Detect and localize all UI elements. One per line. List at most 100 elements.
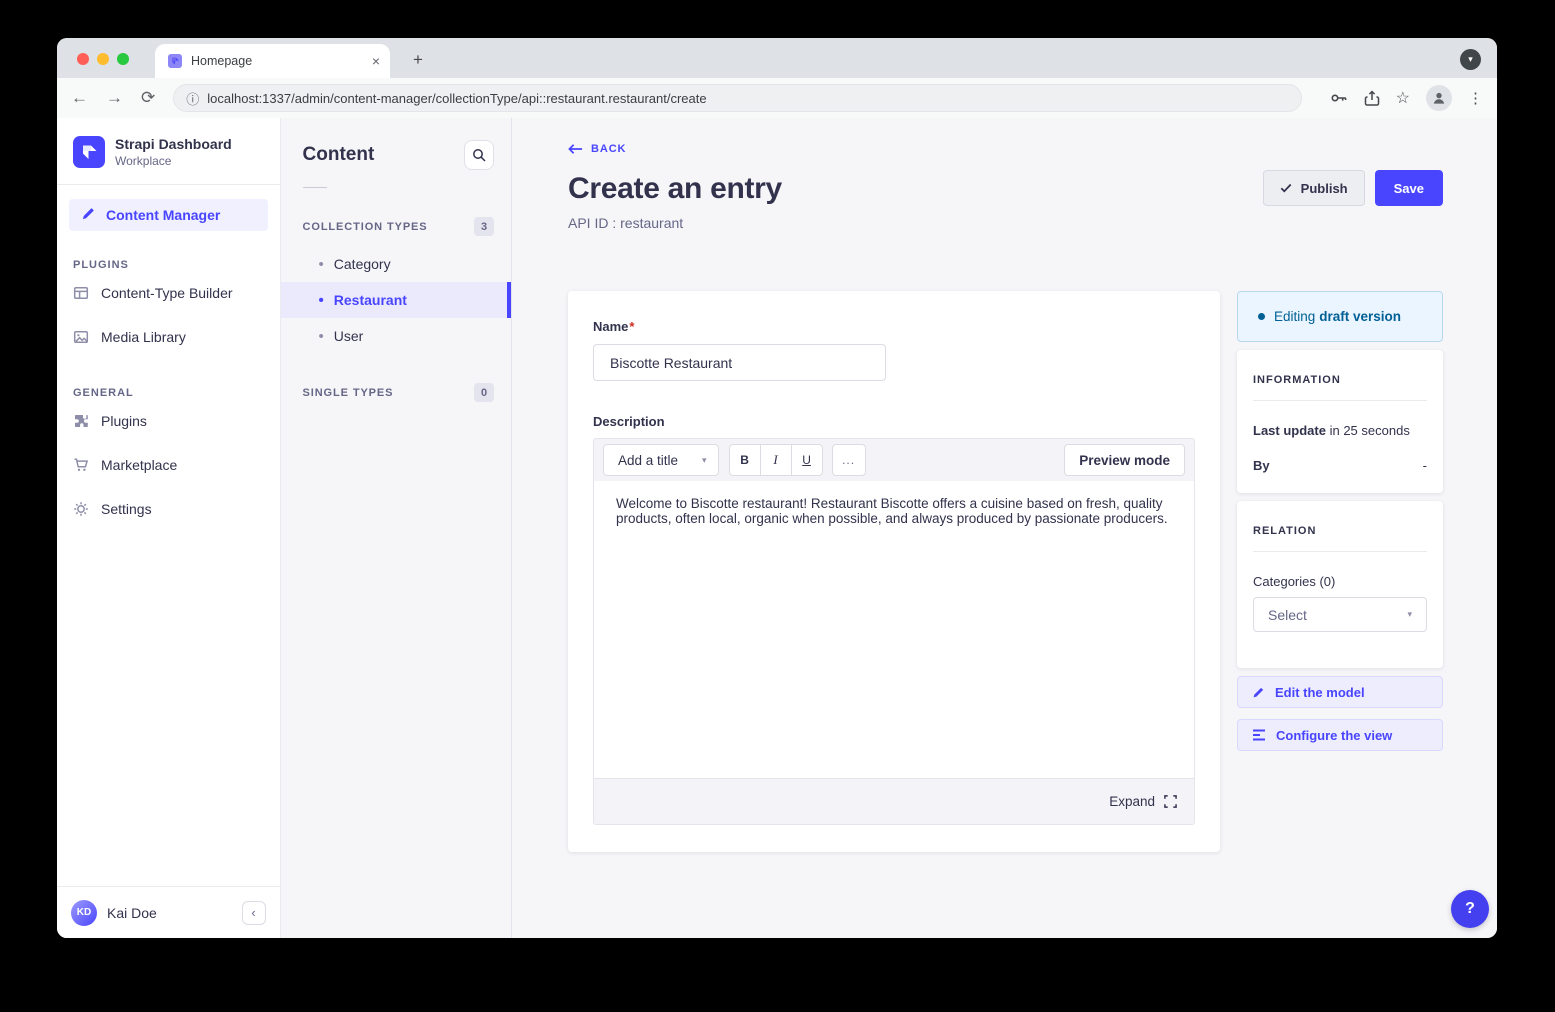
categories-select[interactable]: Select ▾ <box>1253 597 1427 632</box>
save-button[interactable]: Save <box>1375 170 1443 206</box>
sidebar-section-general: GENERAL Plugins Marketplace <box>57 387 280 531</box>
strapi-logo <box>73 136 105 168</box>
header-actions: Publish Save <box>1263 170 1443 206</box>
bullet-icon: • <box>319 329 324 344</box>
sidebar-item-label: Content Manager <box>106 207 220 223</box>
editor-content[interactable]: Welcome to Biscotte restaurant! Restaura… <box>594 481 1194 778</box>
name-label-text: Name <box>593 319 628 334</box>
site-info-icon[interactable]: ⓘ <box>186 89 199 108</box>
browser-reload-button[interactable]: ⟳ <box>141 88 155 108</box>
sidebar-item-content-type-builder[interactable]: Content-Type Builder <box>57 271 280 315</box>
main-sidebar: Strapi Dashboard Workplace Content Manag… <box>57 118 281 938</box>
new-tab-button[interactable]: + <box>405 47 431 73</box>
edit-model-label: Edit the model <box>1275 685 1365 700</box>
browser-tab[interactable]: Homepage × <box>155 44 390 78</box>
last-update-row: Last update in 25 seconds <box>1253 423 1427 438</box>
back-label: BACK <box>591 143 626 155</box>
format-button-group: B I U <box>729 444 823 476</box>
tab-close-icon[interactable]: × <box>372 53 380 69</box>
window-controls <box>77 53 129 65</box>
address-bar[interactable]: ⓘ localhost:1337/admin/content-manager/c… <box>173 84 1301 112</box>
sidebar-item-settings[interactable]: Settings <box>57 487 280 531</box>
avatar: KD <box>71 900 97 926</box>
last-update-value: in 25 seconds <box>1330 423 1410 438</box>
underline-button[interactable]: U <box>791 444 823 476</box>
entry-aside: Editing draft version INFORMATION Last u… <box>1237 291 1443 751</box>
bullet-icon: • <box>319 293 324 308</box>
browser-forward-button[interactable]: → <box>106 88 123 108</box>
relation-title: RELATION <box>1253 525 1427 537</box>
close-window-button[interactable] <box>77 53 89 65</box>
save-label: Save <box>1394 181 1424 196</box>
strapi-app: Strapi Dashboard Workplace Content Manag… <box>57 118 1497 938</box>
caret-down-icon: ▾ <box>702 455 707 466</box>
password-key-icon[interactable] <box>1330 90 1348 106</box>
group-label: COLLECTION TYPES <box>303 221 428 233</box>
sidebar-item-plugins[interactable]: Plugins <box>57 399 280 443</box>
draft-version-banner: Editing draft version <box>1237 291 1443 342</box>
subnav-item-restaurant[interactable]: • Restaurant <box>281 282 511 318</box>
brand-block[interactable]: Strapi Dashboard Workplace <box>57 118 280 185</box>
back-link[interactable]: BACK <box>568 143 1443 155</box>
search-button[interactable] <box>464 140 494 170</box>
configure-view-label: Configure the view <box>1276 728 1392 743</box>
add-title-dropdown[interactable]: Add a title ▾ <box>603 444 719 476</box>
preview-mode-button[interactable]: Preview mode <box>1064 444 1185 476</box>
content-manager-pen-icon <box>81 206 96 224</box>
search-tabs-button[interactable]: ▾ <box>1460 49 1481 70</box>
sidebar-item-label: Content-Type Builder <box>101 285 233 301</box>
minimize-window-button[interactable] <box>97 53 109 65</box>
name-field-label: Name* <box>593 319 1195 334</box>
share-icon[interactable] <box>1364 90 1380 107</box>
subnav-divider <box>303 187 327 188</box>
draft-banner-text: Editing draft version <box>1274 309 1401 324</box>
sidebar-section-plugins: PLUGINS Content-Type Builder Media Libra… <box>57 259 280 359</box>
zoom-window-button[interactable] <box>117 53 129 65</box>
last-update-label: Last update <box>1253 423 1326 438</box>
sidebar-item-label: Marketplace <box>101 457 177 473</box>
collection-types-header: COLLECTION TYPES 3 <box>281 217 511 236</box>
count-badge: 0 <box>474 383 494 402</box>
browser-profile-avatar[interactable] <box>1426 85 1452 111</box>
name-input[interactable] <box>593 344 886 381</box>
publish-label: Publish <box>1301 181 1348 196</box>
count-badge: 3 <box>474 217 494 236</box>
brand-text: Strapi Dashboard Workplace <box>115 136 232 168</box>
edit-model-button[interactable]: Edit the model <box>1237 676 1443 708</box>
search-icon <box>472 148 486 162</box>
subnav-item-label: Category <box>334 256 391 272</box>
collection-types-list: • Category • Restaurant • User <box>281 246 511 354</box>
sidebar-item-media-library[interactable]: Media Library <box>57 315 280 359</box>
editor-footer: Expand <box>594 778 1194 824</box>
divider <box>1253 551 1427 552</box>
more-formats-button[interactable]: ... <box>832 444 866 476</box>
information-card: INFORMATION Last update in 25 seconds By… <box>1237 350 1443 493</box>
by-row: By - <box>1253 458 1427 473</box>
bold-button[interactable]: B <box>729 444 761 476</box>
help-button[interactable]: ? <box>1451 890 1489 928</box>
italic-button[interactable]: I <box>760 444 792 476</box>
back-arrow-icon <box>568 143 583 155</box>
configure-view-button[interactable]: Configure the view <box>1237 719 1443 751</box>
entry-form-row: Name* Description Add a title ▾ B <box>568 291 1443 852</box>
configure-lines-icon <box>1252 729 1266 741</box>
browser-menu-icon[interactable]: ⋮ <box>1468 89 1483 107</box>
browser-back-button[interactable]: ← <box>71 88 88 108</box>
sidebar-item-content-manager[interactable]: Content Manager <box>69 199 268 231</box>
subnav-item-user[interactable]: • User <box>281 318 511 354</box>
single-types-group: SINGLE TYPES 0 <box>281 383 511 402</box>
sidebar-item-marketplace[interactable]: Marketplace <box>57 443 280 487</box>
expand-icon[interactable] <box>1164 795 1177 808</box>
entry-form-card: Name* Description Add a title ▾ B <box>568 291 1220 852</box>
browser-toolbar: ← → ⟳ ⓘ localhost:1337/admin/content-man… <box>57 78 1497 118</box>
caret-down-icon: ▾ <box>1468 54 1473 65</box>
collection-types-group: COLLECTION TYPES 3 • Category • Restaura… <box>281 217 511 354</box>
collapse-sidebar-button[interactable]: ‹ <box>242 901 266 925</box>
bookmark-star-icon[interactable]: ☆ <box>1396 88 1410 108</box>
publish-button[interactable]: Publish <box>1263 170 1365 206</box>
by-label: By <box>1253 458 1270 473</box>
subnav-item-category[interactable]: • Category <box>281 246 511 282</box>
section-label: PLUGINS <box>57 259 280 271</box>
single-types-header: SINGLE TYPES 0 <box>281 383 511 402</box>
description-field-label: Description <box>593 414 1195 429</box>
